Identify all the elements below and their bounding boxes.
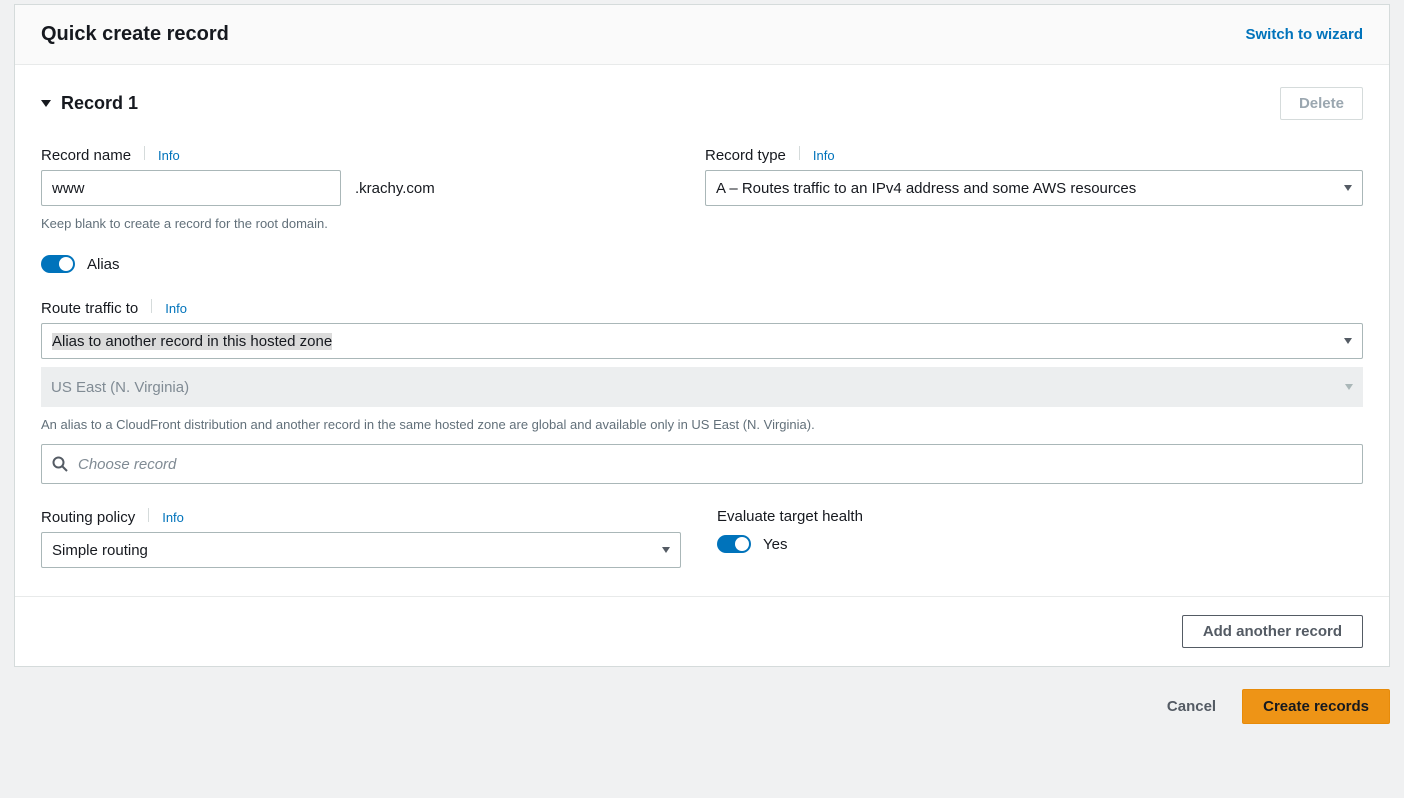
evaluate-health-toggle[interactable] [717, 535, 751, 553]
record-name-info-link[interactable]: Info [158, 148, 180, 163]
panel-header: Quick create record Switch to wizard [15, 5, 1389, 65]
chevron-down-icon [1344, 338, 1352, 344]
region-value: US East (N. Virginia) [51, 379, 189, 396]
record-name-label: Record name [41, 147, 131, 164]
record-toggle-header[interactable]: Record 1 [41, 93, 138, 114]
evaluate-health-label-row: Evaluate target health [717, 508, 1363, 525]
route-traffic-label-row: Route traffic to Info [41, 299, 1363, 317]
evaluate-health-value: Yes [763, 536, 787, 553]
label-separator [144, 146, 145, 160]
record-name-hint: Keep blank to create a record for the ro… [41, 216, 681, 231]
add-another-record-button[interactable]: Add another record [1182, 615, 1363, 648]
routing-policy-info-link[interactable]: Info [162, 510, 184, 525]
routing-policy-value: Simple routing [52, 542, 148, 559]
chevron-down-icon [662, 547, 670, 553]
record-title: Record 1 [61, 93, 138, 114]
record-header: Record 1 Delete [41, 87, 1363, 120]
choose-record-select[interactable]: Choose record [41, 444, 1363, 484]
region-select: US East (N. Virginia) [41, 367, 1363, 407]
search-icon [52, 456, 68, 472]
alias-target-select[interactable]: Alias to another record in this hosted z… [41, 323, 1363, 359]
alias-label: Alias [87, 256, 120, 273]
label-separator [148, 508, 149, 522]
page-footer-actions: Cancel Create records [14, 667, 1390, 724]
record-1-section: Record 1 Delete Record name Info .krachy… [15, 65, 1389, 597]
record-name-input[interactable] [41, 170, 341, 206]
create-records-button[interactable]: Create records [1242, 689, 1390, 724]
record-type-select[interactable]: A – Routes traffic to an IPv4 address an… [705, 170, 1363, 206]
evaluate-health-label: Evaluate target health [717, 508, 863, 525]
alias-target-value: Alias to another record in this hosted z… [52, 333, 332, 350]
panel-footer: Add another record [15, 597, 1389, 666]
domain-suffix: .krachy.com [355, 180, 435, 197]
switch-to-wizard-link[interactable]: Switch to wizard [1245, 26, 1363, 43]
choose-record-placeholder: Choose record [78, 456, 176, 473]
alias-toggle[interactable] [41, 255, 75, 273]
record-type-label-row: Record type Info [705, 146, 1363, 164]
routing-policy-select[interactable]: Simple routing [41, 532, 681, 568]
record-type-label: Record type [705, 147, 786, 164]
routing-policy-label: Routing policy [41, 509, 135, 526]
chevron-down-icon [1345, 384, 1353, 390]
route-traffic-info-link[interactable]: Info [165, 301, 187, 316]
route-traffic-label: Route traffic to [41, 300, 138, 317]
panel-title: Quick create record [41, 23, 229, 46]
chevron-down-icon [1344, 185, 1352, 191]
record-name-label-row: Record name Info [41, 146, 681, 164]
record-type-value: A – Routes traffic to an IPv4 address an… [716, 180, 1136, 197]
routing-policy-label-row: Routing policy Info [41, 508, 681, 526]
quick-create-record-panel: Quick create record Switch to wizard Rec… [14, 4, 1390, 667]
record-type-info-link[interactable]: Info [813, 148, 835, 163]
cancel-button[interactable]: Cancel [1167, 698, 1216, 715]
delete-button[interactable]: Delete [1280, 87, 1363, 120]
label-separator [799, 146, 800, 160]
label-separator [151, 299, 152, 313]
caret-down-icon [41, 100, 51, 107]
region-hint: An alias to a CloudFront distribution an… [41, 417, 1363, 432]
